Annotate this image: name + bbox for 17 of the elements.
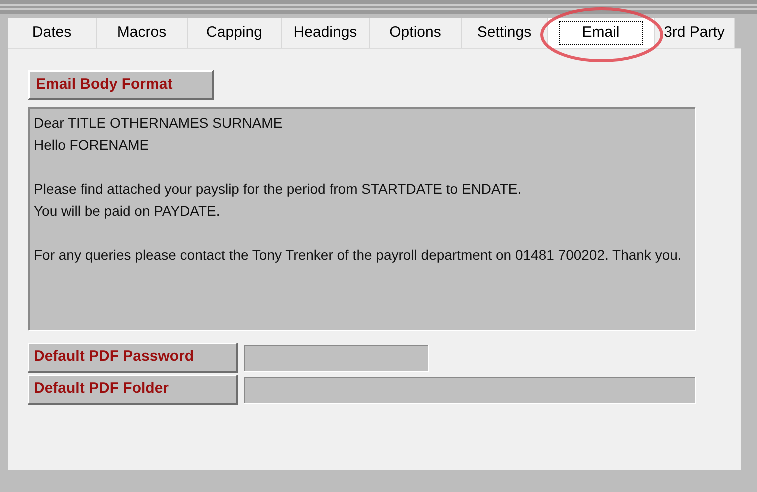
tab[interactable]: Macros xyxy=(97,18,188,48)
tab[interactable]: Headings xyxy=(282,18,370,48)
tab[interactable]: Settings xyxy=(462,18,548,48)
email-body-field[interactable] xyxy=(28,107,696,331)
field-label: Default PDF Password xyxy=(28,343,238,373)
body-paragraph: Please find attached your payslip for the period from STARTDATE to ENDATE. You will be paid on PAYDATE. xyxy=(34,180,523,221)
tab[interactable]: Options xyxy=(370,18,462,48)
field-label: Default PDF Folder xyxy=(28,375,238,405)
tab[interactable]: Email xyxy=(548,18,655,48)
body-paragraph: For any queries please contact the Tony Trenker of the payroll department on 01481 700202. Thank you. xyxy=(34,246,683,265)
email-body-format-button[interactable]: Email Body Format xyxy=(28,70,214,100)
tab[interactable]: Dates xyxy=(8,18,97,48)
tab[interactable]: Capping xyxy=(188,18,282,48)
body-paragraph: Dear TITLE OTHERNAMES SURNAME Hello FORENAME xyxy=(34,114,284,155)
input-field[interactable] xyxy=(244,376,696,404)
input-field[interactable] xyxy=(244,344,429,372)
tab[interactable]: 3rd Party xyxy=(655,18,735,48)
